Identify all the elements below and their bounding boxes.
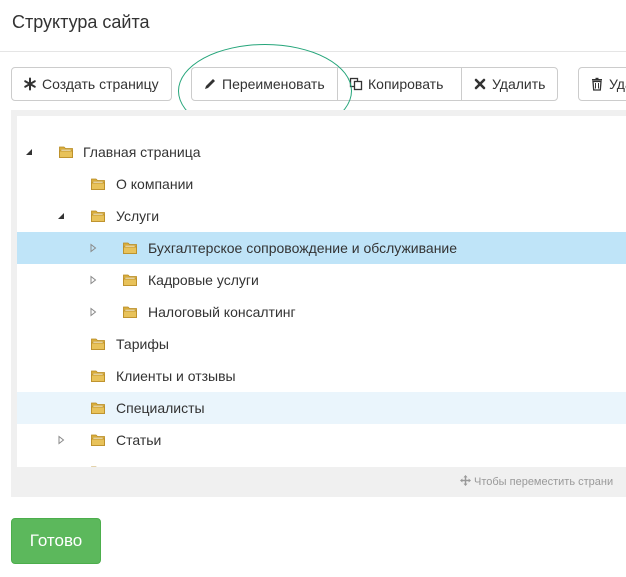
collapse-triangle-icon[interactable] (55, 210, 67, 222)
tree-node-label: Контакты (116, 464, 176, 467)
tree-node[interactable]: Кадровые услуги (17, 264, 626, 296)
tree-node-label: О компании (116, 176, 194, 192)
tree-node[interactable]: Тарифы (17, 328, 626, 360)
folder-icon (91, 466, 97, 467)
tree-node[interactable]: Статьи (17, 424, 626, 456)
tree-node-label: Услуги (116, 208, 160, 224)
expand-triangle-icon[interactable] (87, 274, 99, 286)
trash-button[interactable]: Уда (578, 67, 626, 101)
copy-label: Копировать (368, 76, 444, 92)
folder-icon (123, 242, 137, 254)
folder-icon (91, 210, 105, 222)
tree-node[interactable]: Контакты (17, 456, 626, 467)
move-hint: Чтобы переместить страни (460, 475, 613, 488)
tree-node-label: Тарифы (116, 336, 169, 352)
folder-icon (123, 274, 137, 286)
trash-label: Уда (609, 76, 626, 92)
copy-button[interactable]: Копировать (337, 67, 462, 101)
rename-button[interactable]: Переименовать (191, 67, 338, 101)
folder-icon (91, 434, 105, 446)
move-hint-text: Чтобы переместить страни (474, 476, 614, 488)
tree-node[interactable]: Специалисты (17, 392, 626, 424)
pencil-icon (203, 77, 217, 91)
tree-node[interactable]: Услуги (17, 200, 626, 232)
tree-node-label: Специалисты (116, 400, 205, 416)
tree-panel: Главная страница О компании Услуги Бухгалте… (11, 110, 626, 497)
tree-node-label: Кадровые услуги (148, 272, 259, 288)
tree-node[interactable]: Налоговый консалтинг (17, 296, 626, 328)
asterisk-icon (23, 77, 37, 91)
folder-icon (59, 146, 73, 158)
page-title: Структура сайта (12, 12, 150, 32)
rename-label: Переименовать (222, 76, 325, 92)
tree-node-label: Статьи (116, 432, 162, 448)
copy-icon (349, 77, 363, 91)
create-page-label: Создать страницу (42, 76, 159, 92)
folder-icon (91, 402, 105, 414)
move-arrows-icon (460, 475, 471, 486)
expand-triangle-icon[interactable] (55, 434, 67, 446)
title-divider (0, 51, 626, 52)
folder-icon (91, 178, 105, 190)
collapse-triangle-icon[interactable] (23, 146, 35, 158)
tree-node-label: Клиенты и отзывы (116, 368, 236, 384)
tree-node[interactable]: Клиенты и отзывы (17, 360, 626, 392)
trash-icon (590, 77, 604, 91)
folder-icon (91, 370, 105, 382)
delete-label: Удалить (492, 76, 546, 92)
expand-triangle-icon[interactable] (87, 306, 99, 318)
x-icon (473, 77, 487, 91)
page-tree[interactable]: Главная страница О компании Услуги Бухгалте… (17, 116, 626, 467)
tree-node[interactable]: Главная страница (17, 136, 626, 168)
tree-node[interactable]: Бухгалтерское сопровождение и обслуживан… (17, 232, 626, 264)
create-page-button[interactable]: Создать страницу (11, 67, 172, 101)
tree-node-label: Главная страница (83, 144, 201, 160)
delete-button[interactable]: Удалить (461, 67, 558, 101)
done-button[interactable]: Готово (11, 518, 101, 564)
folder-icon (123, 306, 137, 318)
tree-node-label: Бухгалтерское сопровождение и обслуживан… (148, 240, 458, 256)
expand-triangle-icon[interactable] (87, 242, 99, 254)
tree-node-label: Налоговый консалтинг (148, 304, 296, 320)
folder-icon (91, 338, 105, 350)
tree-node[interactable]: О компании (17, 168, 626, 200)
